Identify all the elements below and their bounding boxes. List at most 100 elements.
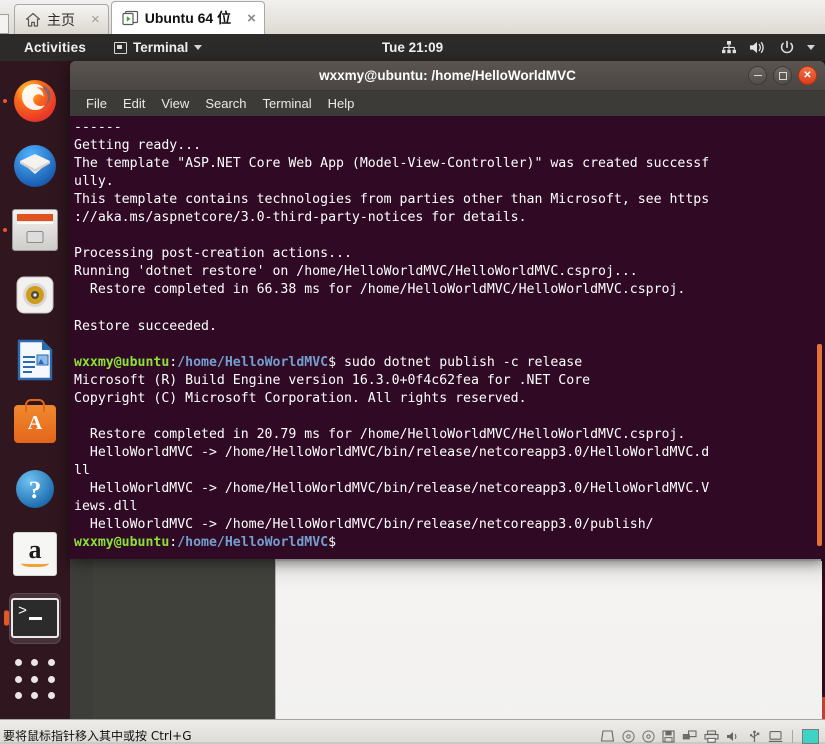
prompt-path: /home/HelloWorldMVC bbox=[177, 535, 329, 551]
vm-display-indicator[interactable] bbox=[802, 728, 819, 744]
printer-icon[interactable] bbox=[704, 729, 719, 743]
libreoffice-writer-icon bbox=[17, 339, 53, 380]
close-icon[interactable]: × bbox=[91, 12, 100, 27]
help-icon: ? bbox=[16, 469, 54, 508]
terminal-prompt-line: wxxmy@ubuntu:/home/HelloWorldMVC$ sudo d… bbox=[74, 354, 819, 372]
terminal-scrollbar[interactable] bbox=[814, 116, 823, 559]
close-icon[interactable]: × bbox=[247, 11, 256, 26]
menu-terminal[interactable]: Terminal bbox=[255, 94, 320, 113]
vmware-tab-bar: 主页 × Ubuntu 64 位 × bbox=[0, 0, 825, 35]
menu-file[interactable]: File bbox=[78, 94, 115, 113]
network-icon[interactable] bbox=[682, 729, 697, 743]
activities-button[interactable]: Activities bbox=[24, 40, 86, 55]
network-icon bbox=[721, 40, 737, 55]
cd-drive-icon[interactable] bbox=[642, 729, 655, 743]
terminal-line: Copyright (C) Microsoft Corporation. All… bbox=[74, 390, 527, 406]
terminal-line: HelloWorldMVC -> /home/HelloWorldMVC/bin… bbox=[74, 517, 654, 533]
terminal-line: Restore completed in 66.38 ms for /home/… bbox=[74, 282, 686, 298]
gnome-top-bar: Activities Terminal Tue 21:09 bbox=[0, 34, 825, 61]
terminal-line: ll bbox=[74, 462, 90, 478]
firefox-icon bbox=[14, 79, 56, 122]
terminal-line: iews.dll bbox=[74, 498, 138, 514]
prompt-symbol: $ bbox=[328, 535, 337, 551]
terminal-app-icon bbox=[114, 41, 128, 54]
prompt-symbol: $ sudo dotnet publish -c release bbox=[328, 354, 583, 370]
vmware-status-bar: 要将鼠标指针移入其中或按 Ctrl+G bbox=[0, 719, 825, 744]
minimize-button[interactable] bbox=[748, 66, 767, 85]
terminal-title-bar[interactable]: wxxmy@ubuntu: /home/HelloWorldMVC ✕ bbox=[70, 61, 825, 91]
close-button[interactable]: ✕ bbox=[798, 66, 817, 85]
prompt-user: wxxmy@ubuntu bbox=[74, 535, 170, 551]
terminal-line: Restore completed in 20.79 ms for /home/… bbox=[74, 426, 686, 442]
volume-icon bbox=[749, 40, 767, 55]
terminal-prompt-line: wxxmy@ubuntu:/home/HelloWorldMVC$ bbox=[74, 534, 819, 552]
terminal-line: Getting ready... bbox=[74, 138, 202, 154]
terminal-window: wxxmy@ubuntu: /home/HelloWorldMVC ✕ File… bbox=[70, 61, 825, 559]
cd-drive-icon[interactable] bbox=[622, 729, 635, 743]
terminal-scrollbar-thumb[interactable] bbox=[817, 344, 822, 546]
terminal-line: Restore succeeded. bbox=[74, 318, 217, 334]
dock-item-rhythmbox[interactable] bbox=[9, 269, 61, 321]
terminal-line: Running 'dotnet restore' on /home/HelloW… bbox=[74, 264, 638, 280]
terminal-line: HelloWorldMVC -> /home/HelloWorldMVC/bin… bbox=[74, 480, 710, 496]
menu-help[interactable]: Help bbox=[320, 94, 363, 113]
dock-item-files[interactable] bbox=[9, 204, 61, 256]
floppy-icon[interactable] bbox=[662, 729, 675, 743]
vmware-workstation-window: 主页 × Ubuntu 64 位 × Activities Terminal T… bbox=[0, 0, 825, 744]
menu-edit[interactable]: Edit bbox=[115, 94, 153, 113]
vmware-status-message: 要将鼠标指针移入其中或按 Ctrl+G bbox=[3, 730, 192, 743]
dock-item-ubuntu-software[interactable]: A bbox=[9, 398, 61, 450]
dock-item-libreoffice-writer[interactable] bbox=[9, 334, 61, 386]
system-status-area[interactable] bbox=[721, 40, 815, 56]
terminal-line: Microsoft (R) Build Engine version 16.3.… bbox=[74, 372, 591, 388]
menu-search[interactable]: Search bbox=[197, 94, 254, 113]
terminal-line: ://aka.ms/aspnetcore/3.0-third-party-not… bbox=[74, 210, 527, 226]
ubuntu-software-icon: A bbox=[14, 405, 56, 444]
guest-os-screen: Activities Terminal Tue 21:09 A ? a > wx… bbox=[0, 34, 825, 719]
display-icon[interactable] bbox=[768, 730, 783, 743]
thunderbird-icon bbox=[14, 144, 56, 187]
sound-icon[interactable] bbox=[726, 730, 741, 743]
app-menu-terminal[interactable]: Terminal bbox=[114, 40, 203, 55]
terminal-line: This template contains technologies from… bbox=[74, 192, 710, 208]
prompt-user: wxxmy@ubuntu bbox=[74, 354, 170, 370]
terminal-icon: > bbox=[11, 598, 59, 639]
dock-item-thunderbird[interactable] bbox=[9, 140, 61, 192]
chevron-down-icon bbox=[807, 45, 815, 50]
svg-text:?: ? bbox=[29, 477, 42, 504]
maximize-button[interactable] bbox=[773, 66, 792, 85]
menu-view[interactable]: View bbox=[153, 94, 197, 113]
dock-item-amazon[interactable]: a bbox=[9, 528, 61, 580]
background-window-dark-inner[interactable] bbox=[93, 559, 275, 719]
prompt-path: /home/HelloWorldMVC bbox=[177, 354, 329, 370]
rhythmbox-icon bbox=[16, 276, 54, 314]
ubuntu-dock: A ? a > bbox=[0, 61, 70, 719]
vmware-tab-ubuntu[interactable]: Ubuntu 64 位 × bbox=[110, 1, 265, 34]
usb-icon[interactable] bbox=[748, 730, 761, 743]
terminal-line: HelloWorldMVC -> /home/HelloWorldMVC/bin… bbox=[74, 444, 710, 460]
vmware-tab-ubuntu-label: Ubuntu 64 位 bbox=[144, 10, 232, 26]
vmware-tab-home[interactable]: 主页 × bbox=[14, 4, 109, 34]
power-icon bbox=[779, 40, 795, 56]
files-icon bbox=[12, 209, 58, 252]
terminal-output-area[interactable]: ------ Getting ready... The template "ASP.… bbox=[70, 116, 825, 559]
app-menu-label: Terminal bbox=[133, 40, 189, 55]
vmware-tab-home-label: 主页 bbox=[47, 11, 75, 28]
background-window-light[interactable] bbox=[275, 561, 822, 719]
terminal-line: ully. bbox=[74, 174, 114, 190]
toolbar-divider bbox=[792, 729, 793, 743]
chevron-down-icon bbox=[194, 45, 203, 50]
show-applications-button[interactable] bbox=[13, 657, 57, 701]
vmware-device-icons bbox=[600, 728, 819, 744]
harddisk-icon[interactable] bbox=[600, 730, 615, 742]
home-icon bbox=[25, 12, 41, 28]
window-edge-stub bbox=[0, 14, 9, 34]
dock-item-terminal[interactable]: > bbox=[9, 592, 61, 645]
vm-icon bbox=[122, 10, 139, 26]
dock-item-help[interactable]: ? bbox=[9, 463, 61, 515]
dock-item-firefox[interactable] bbox=[9, 75, 61, 127]
